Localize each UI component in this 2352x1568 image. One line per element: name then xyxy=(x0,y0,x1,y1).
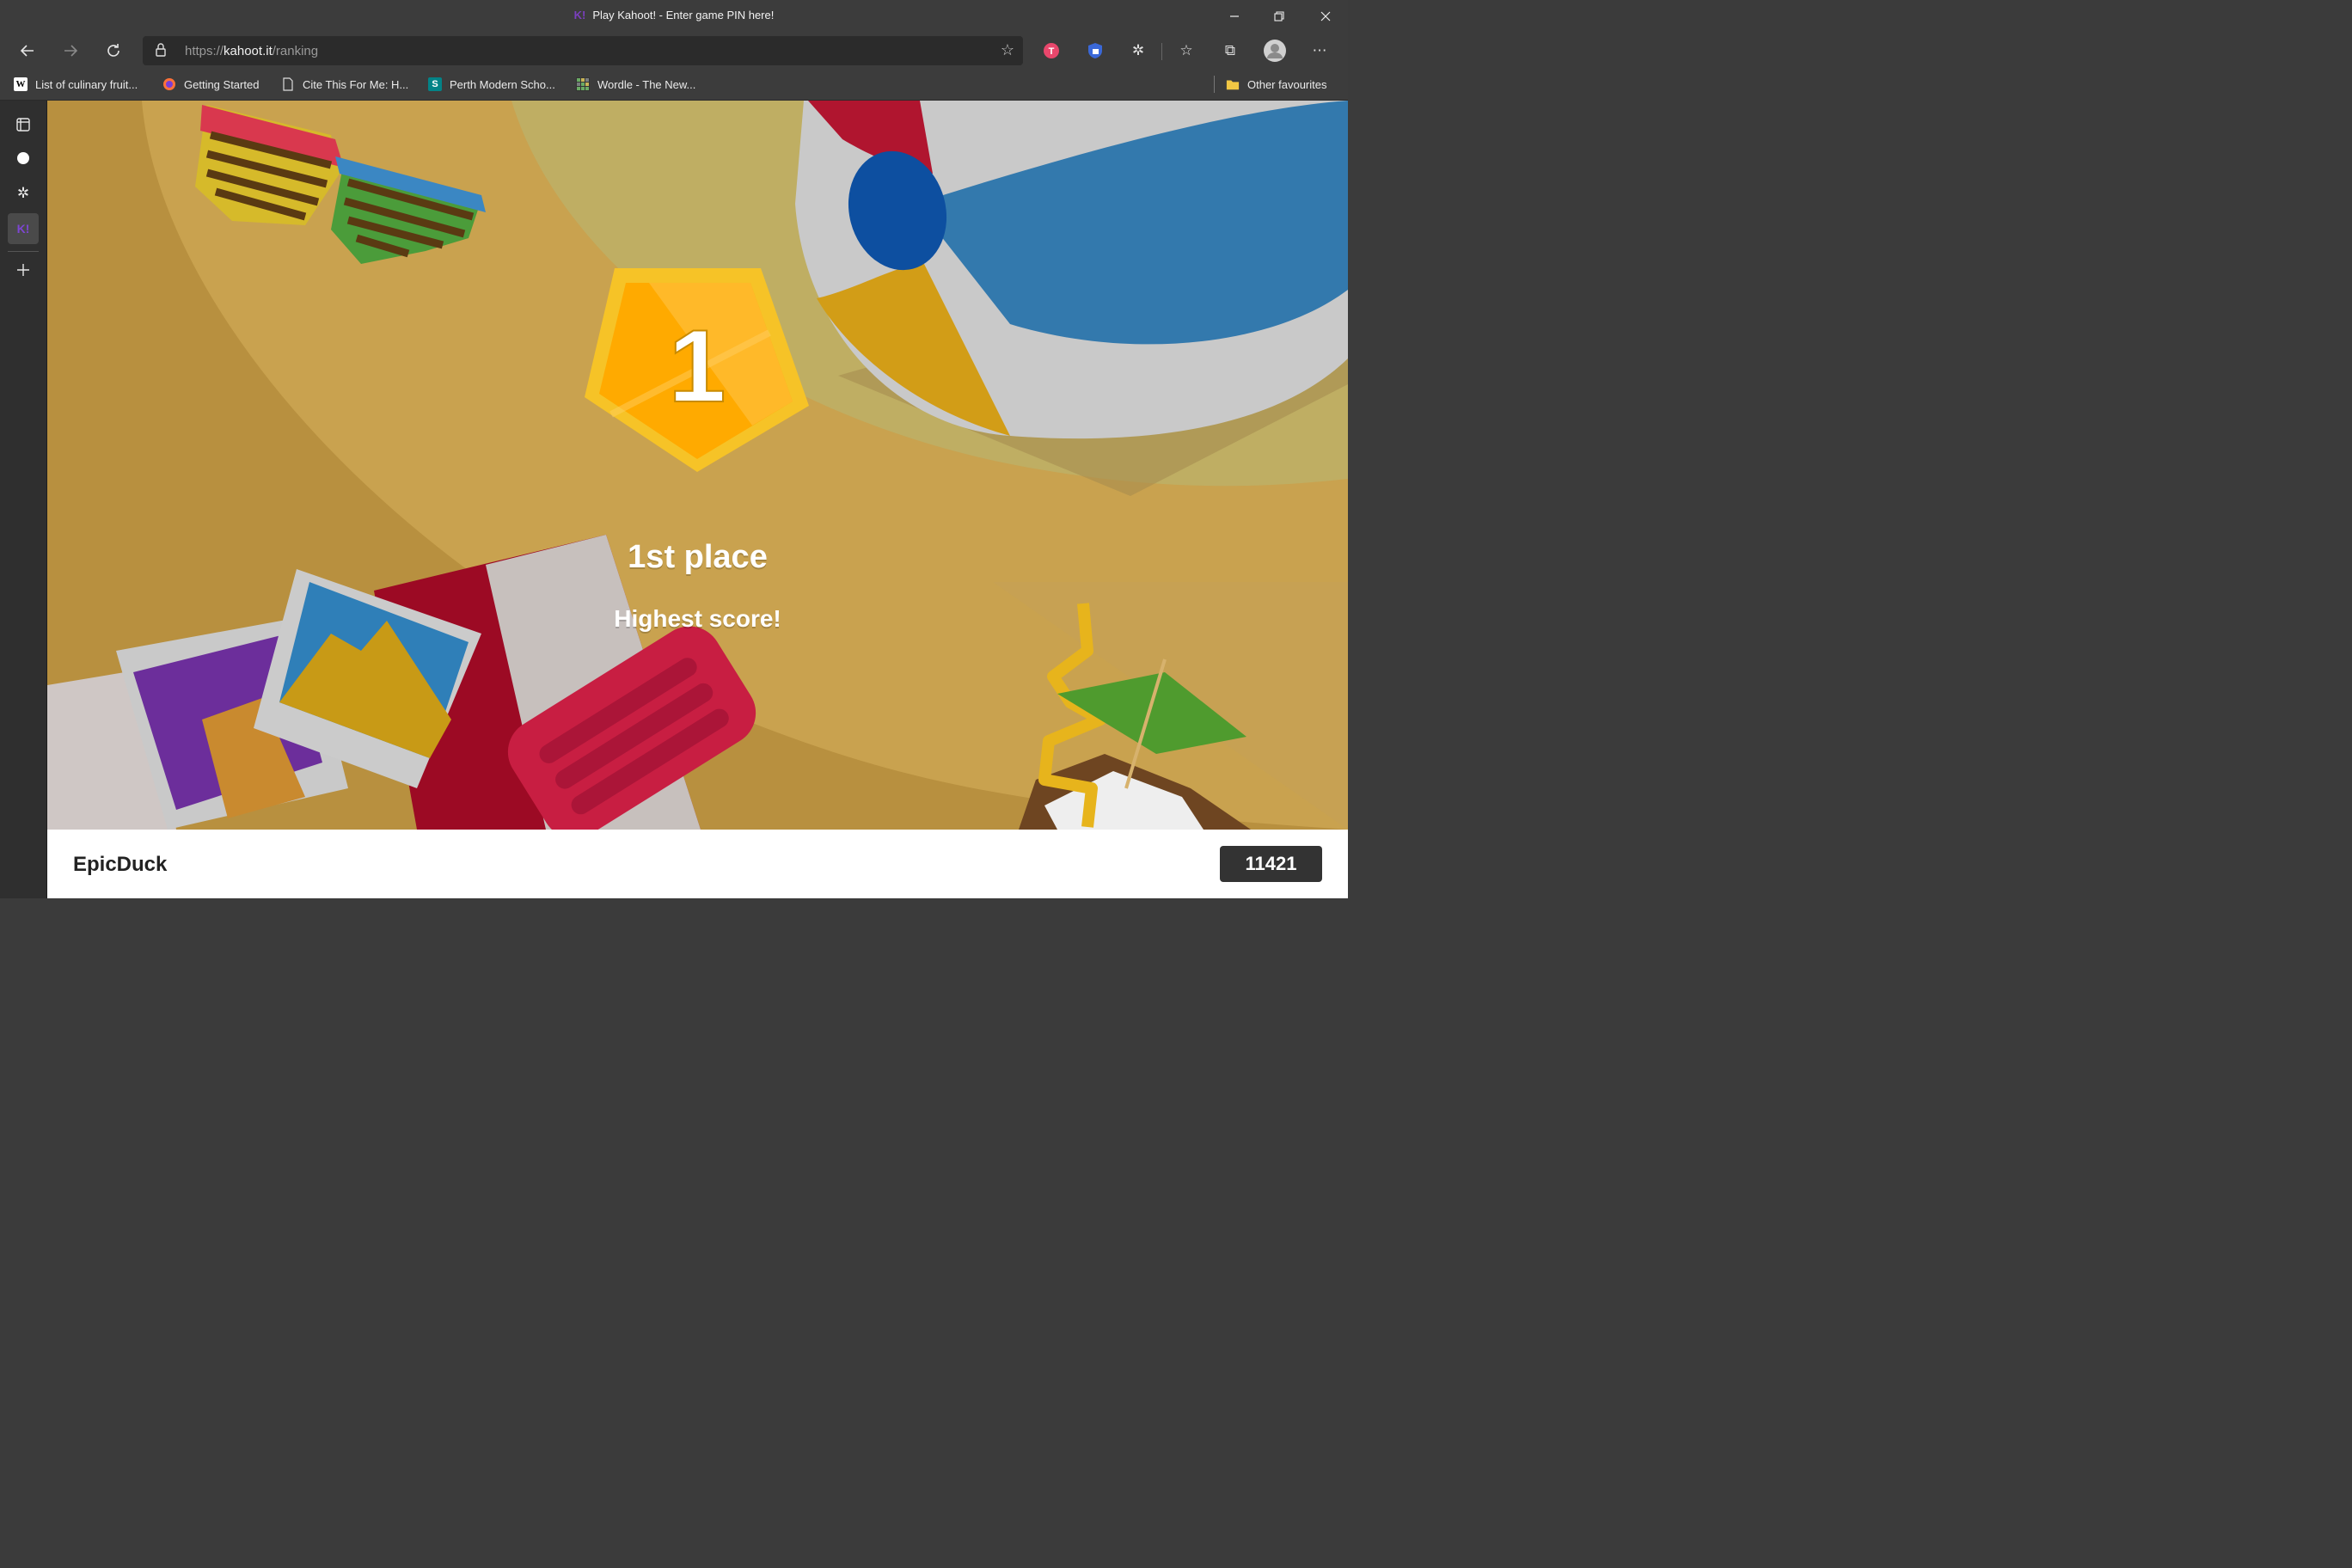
bookmarks-bar: W List of culinary fruit... Getting Star… xyxy=(0,69,1348,101)
profile-button[interactable] xyxy=(1262,38,1288,64)
bookmark-label: Getting Started xyxy=(184,77,260,91)
forward-arrow-icon xyxy=(64,45,78,57)
svg-text:T: T xyxy=(1049,46,1055,57)
bookmark-item[interactable]: S Perth Modern Scho... xyxy=(428,76,555,93)
bookmark-item[interactable]: Cite This For Me: H... xyxy=(281,76,408,93)
minimize-button[interactable] xyxy=(1212,0,1257,33)
window-title-wrap: K! Play Kahoot! - Enter game PIN here! xyxy=(0,9,1348,21)
game-stage: 1 1st place Highest score! xyxy=(47,101,1348,830)
address-bar[interactable]: https://kahoot.it/ranking ☆ xyxy=(143,36,1023,65)
close-icon xyxy=(1320,11,1331,21)
more-button[interactable]: ⋯ xyxy=(1307,38,1332,64)
collections-button[interactable]: ⧉ xyxy=(1217,38,1243,64)
plus-icon xyxy=(17,264,29,276)
firefox-icon xyxy=(162,77,176,91)
bookmark-label: Perth Modern Scho... xyxy=(450,77,555,91)
browser-sidebar: ✲ K! xyxy=(0,101,47,898)
collections-icon: ⧉ xyxy=(1224,42,1236,58)
new-tab-button[interactable] xyxy=(8,254,39,285)
refresh-button[interactable] xyxy=(98,36,129,65)
page-icon xyxy=(281,77,295,91)
add-favourite-icon[interactable]: ☆ xyxy=(1001,41,1014,59)
tab-actions-icon xyxy=(16,118,30,132)
rank-number: 1 xyxy=(669,309,726,424)
folder-icon xyxy=(1226,77,1240,91)
favourites-star-icon: ☆ xyxy=(1179,42,1193,58)
back-button[interactable] xyxy=(12,36,43,65)
bookmark-item[interactable]: W List of culinary fruit... xyxy=(14,76,138,93)
place-label: 1st place xyxy=(628,539,768,575)
restore-button[interactable] xyxy=(1257,0,1302,33)
white-circle-icon xyxy=(17,152,29,164)
refresh-icon xyxy=(107,44,119,57)
bookmark-divider xyxy=(1214,76,1215,93)
other-favourites-label: Other favourites xyxy=(1247,77,1327,91)
puzzle-icon: ✲ xyxy=(16,185,30,201)
extension-shield-button[interactable] xyxy=(1082,38,1108,64)
kahoot-tab-icon: K! xyxy=(573,9,586,21)
back-arrow-icon xyxy=(20,45,34,57)
shield-icon xyxy=(1088,43,1102,58)
wikipedia-icon: W xyxy=(14,77,28,91)
minimize-icon xyxy=(1230,15,1239,17)
player-score: 11421 xyxy=(1220,846,1322,882)
favourites-button[interactable]: ☆ xyxy=(1173,38,1199,64)
other-favourites[interactable]: Other favourites xyxy=(1226,76,1327,93)
url-scheme: https:// xyxy=(185,44,224,58)
sharepoint-icon: S xyxy=(428,77,442,91)
player-nickname: EpicDuck xyxy=(73,853,168,876)
avatar-icon xyxy=(1264,40,1286,62)
forward-button[interactable] xyxy=(55,36,86,65)
wordle-icon xyxy=(576,77,590,91)
extensions-button[interactable]: ✲ xyxy=(1125,38,1151,64)
bookmark-item[interactable]: Wordle - The New... xyxy=(576,76,695,93)
tab-button[interactable] xyxy=(8,143,39,174)
puzzle-icon: ✲ xyxy=(1131,42,1145,58)
more-dots-icon: ⋯ xyxy=(1312,42,1327,58)
bookmark-label: List of culinary fruit... xyxy=(35,77,138,91)
url-host: kahoot.it xyxy=(224,44,273,58)
toolbar-divider xyxy=(1161,43,1162,60)
lock-icon xyxy=(155,43,168,57)
player-status-bar: EpicDuck 11421 xyxy=(47,830,1348,898)
url-text: https://kahoot.it/ranking xyxy=(185,44,318,58)
extensions-tab-button[interactable]: ✲ xyxy=(8,178,39,209)
score-subtitle: Highest score! xyxy=(614,605,781,632)
restore-icon xyxy=(1274,11,1284,21)
extension-t-icon: T xyxy=(1044,43,1059,58)
extension-t-button[interactable]: T xyxy=(1038,38,1064,64)
kahoot-icon: K! xyxy=(16,222,30,236)
browser-toolbar: https://kahoot.it/ranking ☆ T ✲ ☆ ⧉ ⋯ xyxy=(0,33,1348,69)
title-bar: K! Play Kahoot! - Enter game PIN here! xyxy=(0,0,1348,33)
bookmark-item[interactable]: Getting Started xyxy=(162,76,259,93)
bookmark-label: Wordle - The New... xyxy=(597,77,696,91)
sidebar-divider xyxy=(8,251,39,252)
close-button[interactable] xyxy=(1303,0,1348,33)
kahoot-tab[interactable]: K! xyxy=(8,213,39,244)
bookmark-label: Cite This For Me: H... xyxy=(303,77,409,91)
window-title: Play Kahoot! - Enter game PIN here! xyxy=(592,9,775,21)
url-path: /ranking xyxy=(272,44,319,58)
tab-actions-button[interactable] xyxy=(8,109,39,140)
beach-background: 1 xyxy=(47,101,1348,830)
